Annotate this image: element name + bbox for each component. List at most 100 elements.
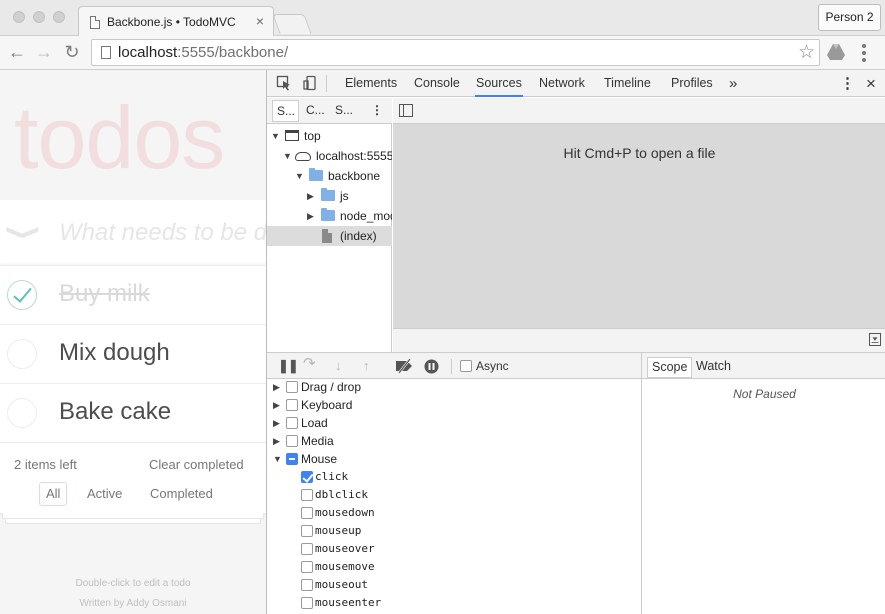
tree-item-folder[interactable]: ▶ js — [267, 186, 392, 206]
category-checkbox[interactable] — [286, 435, 298, 447]
category-checkbox[interactable] — [286, 399, 298, 411]
breakpoint-category[interactable]: ▶ Media — [267, 432, 641, 450]
tree-item-folder[interactable]: ▼ backbone — [267, 166, 392, 186]
drive-extension-icon[interactable] — [826, 43, 846, 61]
event-checkbox[interactable] — [301, 525, 313, 537]
event-listener-breakpoints: ▶ Drag / drop ▶ Keyboard ▶ Load ▶ Media … — [267, 380, 641, 614]
back-icon[interactable]: ← — [6, 41, 28, 63]
category-checkbox[interactable] — [286, 453, 298, 465]
more-tabs-icon[interactable]: » — [728, 70, 738, 97]
tab-sources[interactable]: Sources — [475, 70, 523, 97]
device-mode-icon[interactable] — [302, 75, 318, 91]
category-checkbox[interactable] — [286, 381, 298, 393]
event-checkbox[interactable] — [301, 597, 313, 609]
event-breakpoint[interactable]: mouseover — [267, 540, 641, 558]
event-breakpoint[interactable]: mouseup — [267, 522, 641, 540]
tab-scope[interactable]: Scope — [647, 357, 693, 378]
collapsed-triangle-icon[interactable]: ▶ — [273, 414, 280, 432]
toggle-navigator-icon[interactable] — [399, 104, 413, 117]
event-breakpoint[interactable]: mouseenter — [267, 594, 641, 612]
address-bar[interactable]: localhost:5555/backbone/ ☆ — [91, 39, 820, 66]
expanded-triangle-icon[interactable]: ▼ — [283, 146, 292, 166]
pause-icon[interactable]: ❚❚ — [278, 359, 299, 373]
clear-completed-button[interactable]: Clear completed — [149, 457, 244, 472]
completed-checkbox[interactable] — [7, 280, 37, 310]
tree-item-folder[interactable]: ▶ node_modules — [267, 206, 392, 226]
step-out-icon[interactable]: ↑ — [363, 359, 370, 373]
tab-sources-navigator[interactable]: S... — [272, 100, 299, 122]
event-breakpoint[interactable]: dblclick — [267, 486, 641, 504]
navigator-menu-icon[interactable]: ⋮ — [371, 103, 383, 117]
collapsed-triangle-icon[interactable]: ▶ — [307, 206, 314, 226]
completed-checkbox[interactable] — [7, 339, 37, 369]
breakpoint-category[interactable]: ▶ Load — [267, 414, 641, 432]
event-checkbox[interactable] — [301, 489, 313, 501]
close-window-button[interactable] — [13, 11, 25, 23]
tree-item-top[interactable]: ▼ top — [267, 126, 392, 146]
tab-network[interactable]: Network — [538, 70, 586, 97]
todo-label[interactable]: Mix dough — [59, 339, 170, 367]
breakpoint-category[interactable]: ▼ Mouse — [267, 450, 641, 468]
filter-active[interactable]: Active — [80, 482, 129, 506]
tab-console[interactable]: Console — [413, 70, 461, 97]
expanded-triangle-icon[interactable]: ▼ — [271, 126, 280, 146]
todo-label[interactable]: Bake cake — [59, 398, 171, 426]
chrome-menu-icon[interactable] — [862, 44, 866, 62]
step-over-icon[interactable]: ↷ — [303, 356, 316, 371]
deactivate-breakpoints-icon[interactable] — [395, 359, 415, 373]
devtools-menu-icon[interactable]: ⋮ — [839, 70, 856, 97]
event-breakpoint[interactable]: click — [267, 468, 641, 486]
event-checkbox[interactable] — [301, 507, 313, 519]
bookmark-star-icon[interactable]: ☆ — [798, 41, 815, 64]
tab-content-scripts[interactable]: C... — [306, 103, 325, 117]
sources-navigator: S... C... S... ⋮ ▼ top ▼ localhost:5555 … — [267, 98, 392, 352]
todo-label[interactable]: Buy milk — [59, 280, 150, 308]
collapsed-triangle-icon[interactable]: ▶ — [273, 378, 280, 396]
async-checkbox[interactable] — [460, 360, 472, 372]
todo-item[interactable]: Mix dough — [0, 325, 266, 384]
tab-watch[interactable]: Watch — [692, 357, 735, 378]
category-checkbox[interactable] — [286, 417, 298, 429]
filter-all[interactable]: All — [39, 482, 68, 506]
toggle-all-icon[interactable]: ❯ — [4, 224, 44, 241]
breakpoint-category[interactable]: ▶ Keyboard — [267, 396, 641, 414]
event-checkbox[interactable] — [301, 471, 313, 483]
event-breakpoint[interactable]: mousedown — [267, 504, 641, 522]
event-checkbox[interactable] — [301, 579, 313, 591]
event-breakpoint[interactable]: mouseout — [267, 576, 641, 594]
zoom-window-button[interactable] — [53, 11, 65, 23]
minimize-window-button[interactable] — [33, 11, 45, 23]
new-tab-button[interactable] — [272, 14, 312, 34]
tab-snippets[interactable]: S... — [335, 103, 353, 117]
inspect-element-icon[interactable] — [276, 75, 292, 91]
collapsed-triangle-icon[interactable]: ▶ — [273, 396, 280, 414]
expanded-triangle-icon[interactable]: ▼ — [295, 166, 304, 186]
close-devtools-icon[interactable]: × — [865, 70, 877, 97]
new-todo-input[interactable]: What needs to be done? — [59, 219, 266, 247]
breakpoint-category[interactable]: ▶ Drag / drop — [267, 378, 641, 396]
tab-elements[interactable]: Elements — [344, 70, 398, 97]
close-tab-icon[interactable]: × — [256, 13, 264, 29]
tab-timeline[interactable]: Timeline — [603, 70, 652, 97]
forward-icon[interactable]: → — [33, 41, 55, 63]
collapsed-triangle-icon[interactable]: ▶ — [307, 186, 314, 206]
todo-item[interactable]: Buy milk — [0, 266, 266, 325]
tree-item-domain[interactable]: ▼ localhost:5555 — [267, 146, 392, 166]
profile-button[interactable]: Person 2 — [818, 4, 881, 31]
event-checkbox[interactable] — [301, 543, 313, 555]
tree-item-file[interactable]: (index) — [267, 226, 392, 246]
collapsed-triangle-icon[interactable]: ▶ — [273, 432, 280, 450]
tab-profiles[interactable]: Profiles — [670, 70, 714, 97]
toggle-debugger-icon[interactable] — [869, 333, 881, 346]
todo-item[interactable]: Bake cake — [0, 384, 266, 443]
filter-completed[interactable]: Completed — [143, 482, 220, 506]
event-checkbox[interactable] — [301, 561, 313, 573]
expanded-triangle-icon[interactable]: ▼ — [273, 450, 282, 468]
todo-heading: todos — [14, 88, 225, 187]
event-breakpoint[interactable]: mousemove — [267, 558, 641, 576]
step-into-icon[interactable]: ↓ — [335, 359, 342, 373]
browser-tab[interactable]: Backbone.js • TodoMVC × — [78, 6, 274, 37]
reload-icon[interactable]: ↻ — [61, 41, 83, 63]
pause-on-exceptions-icon[interactable] — [424, 359, 439, 374]
completed-checkbox[interactable] — [7, 398, 37, 428]
